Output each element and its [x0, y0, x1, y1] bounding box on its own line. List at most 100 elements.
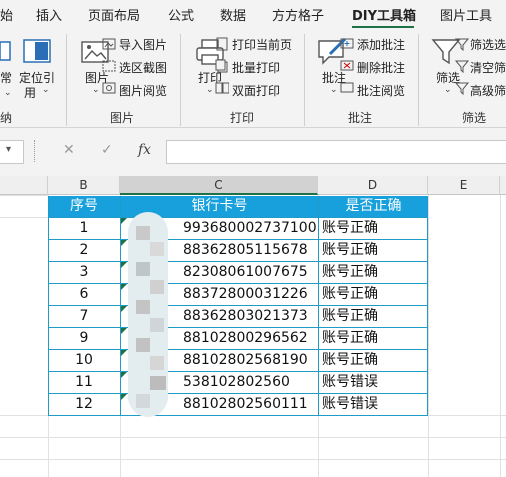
gridline [0, 195, 48, 196]
column-header-a[interactable] [0, 176, 48, 195]
cancel-icon[interactable]: ✕ [63, 142, 75, 158]
group-separator [304, 34, 305, 126]
table-row-cell-card[interactable]: 538102802560 [180, 372, 318, 394]
gridline [0, 217, 48, 218]
chevron-down-icon: ⌄ [444, 85, 452, 95]
view-comment-button[interactable]: 批注阅览 [357, 82, 405, 99]
chevron-down-icon: ⌄ [4, 88, 12, 98]
table-border [48, 239, 428, 240]
table-row-cell-status[interactable]: 账号正确 [319, 218, 428, 240]
table-border [48, 305, 428, 306]
picture-group-label: 图片 [110, 111, 135, 125]
formula-bar-grip[interactable] [34, 140, 36, 162]
table-row-cell-card[interactable]: 88102800296562 [180, 328, 318, 350]
table-border [48, 415, 428, 416]
tab-start[interactable]: 始 [0, 5, 13, 24]
button-common-label[interactable]: 常 [0, 69, 12, 86]
clear-filter-button[interactable]: 清空筛 [470, 59, 506, 76]
table-row-cell-card[interactable]: 82308061007675 [180, 262, 318, 284]
table-row-cell-index[interactable]: 11 [48, 372, 120, 394]
chevron-down-icon: ⌄ [206, 85, 214, 95]
partial-tool-icon[interactable] [0, 38, 12, 64]
excel-window: 始 插入 页面布局 公式 数据 方方格子 DIY工具箱 图片工具 常 定位引 用… [0, 0, 506, 477]
table-border [427, 196, 428, 416]
region-screenshot-icon [102, 60, 116, 72]
ribbon-tab-bar: 始 插入 页面布局 公式 数据 方方格子 DIY工具箱 图片工具 [0, 0, 506, 28]
table-row-cell-status[interactable]: 账号正确 [319, 240, 428, 262]
column-header-e[interactable]: E [428, 176, 500, 195]
column-header-c[interactable]: C [120, 176, 318, 195]
table-row-cell-card[interactable]: 88362803021373 [180, 306, 318, 328]
tab-insert[interactable]: 插入 [36, 5, 62, 24]
table-row-cell-index[interactable]: 9 [48, 328, 120, 350]
table-row-cell-index[interactable]: 3 [48, 262, 120, 284]
import-picture-icon [102, 38, 116, 50]
view-comment-icon [340, 82, 354, 93]
gridline [0, 459, 506, 460]
advanced-filter-icon [455, 82, 469, 95]
batch-print-button[interactable]: 批量打印 [232, 59, 280, 76]
table-row-cell-status[interactable]: 账号正确 [319, 262, 428, 284]
advanced-filter-button[interactable]: 高级筛 [470, 82, 506, 99]
table-row-cell-index[interactable]: 6 [48, 284, 120, 306]
header-cell-index[interactable]: 序号 [48, 196, 120, 218]
gridline [0, 437, 506, 438]
table-row-cell-status[interactable]: 账号正确 [319, 306, 428, 328]
table-row-cell-status[interactable]: 账号正确 [319, 284, 428, 306]
table-row-cell-index[interactable]: 1 [48, 218, 120, 240]
table-row-cell-index[interactable]: 7 [48, 306, 120, 328]
chevron-down-icon: ⌄ [330, 85, 338, 95]
table-row-cell-card[interactable]: 88372800031226 [180, 284, 318, 306]
header-cell-is-correct[interactable]: 是否正确 [319, 196, 428, 218]
table-row-cell-index[interactable]: 10 [48, 350, 120, 372]
picture-view-button[interactable]: 图片阅览 [119, 82, 167, 99]
formula-input[interactable] [166, 140, 506, 164]
duplex-print-button[interactable]: 双面打印 [232, 82, 280, 99]
table-row-cell-card[interactable]: 88102802560111 [180, 394, 318, 416]
gridline [428, 195, 429, 477]
ribbon-panel: 常 定位引 用 ⌄ ⌄ 纳 图片 ⌄ 导入图片 选区截图 图片阅览 图片 打印 … [0, 28, 506, 128]
table-row-cell-status[interactable]: 账号错误 [319, 394, 428, 416]
print-current-page-icon [216, 37, 228, 51]
tab-diy-toolbox[interactable]: DIY工具箱 [352, 5, 416, 24]
print-group-label: 打印 [230, 111, 255, 125]
tab-data[interactable]: 数据 [220, 5, 246, 24]
print-current-page-button[interactable]: 打印当前页 [232, 36, 292, 53]
table-border [48, 283, 428, 284]
add-comment-button[interactable]: 添加批注 [357, 36, 405, 53]
table-row-cell-card[interactable]: 88102802568190 [180, 350, 318, 372]
table-row-cell-status[interactable]: 账号错误 [319, 372, 428, 394]
column-header-row: B C D E [0, 176, 506, 195]
table-border [318, 196, 319, 416]
table-row-cell-index[interactable]: 12 [48, 394, 120, 416]
locate-reference-icon[interactable] [22, 38, 52, 64]
button-locate-reference-label-2[interactable]: 用 [24, 84, 36, 101]
table-row-cell-status[interactable]: 账号正确 [319, 350, 428, 372]
column-header-d[interactable]: D [318, 176, 428, 195]
filter-select-button[interactable]: 筛选选 [470, 36, 506, 53]
confirm-icon[interactable]: ✓ [101, 142, 113, 158]
delete-comment-icon [340, 60, 354, 71]
table-row-cell-status[interactable]: 账号正确 [319, 328, 428, 350]
chevron-down-icon: ▾ [6, 144, 12, 155]
import-picture-button[interactable]: 导入图片 [119, 36, 167, 53]
insert-function-icon[interactable]: fx [138, 142, 151, 158]
region-screenshot-button[interactable]: 选区截图 [119, 59, 167, 76]
comment-group-label: 批注 [348, 111, 373, 125]
group-separator [418, 34, 419, 126]
tab-picture-tools[interactable]: 图片工具 [440, 5, 492, 24]
filter-select-icon [455, 38, 469, 51]
delete-comment-button[interactable]: 删除批注 [357, 59, 405, 76]
tab-fangfang[interactable]: 方方格子 [272, 5, 324, 24]
tab-page-layout[interactable]: 页面布局 [88, 5, 140, 24]
name-box[interactable]: ▾ [0, 140, 24, 164]
column-header-b[interactable]: B [48, 176, 120, 195]
tab-formulas[interactable]: 公式 [168, 5, 194, 24]
table-row-cell-card[interactable]: 88362805115678 [180, 240, 318, 262]
clear-filter-icon [455, 60, 469, 73]
duplex-print-icon [215, 82, 229, 94]
formula-bar: ▾ ✕ ✓ fx [0, 128, 506, 176]
privacy-mosaic [122, 212, 182, 417]
table-row-cell-index[interactable]: 2 [48, 240, 120, 262]
table-row-cell-card[interactable]: 993680002737100 [180, 218, 318, 240]
